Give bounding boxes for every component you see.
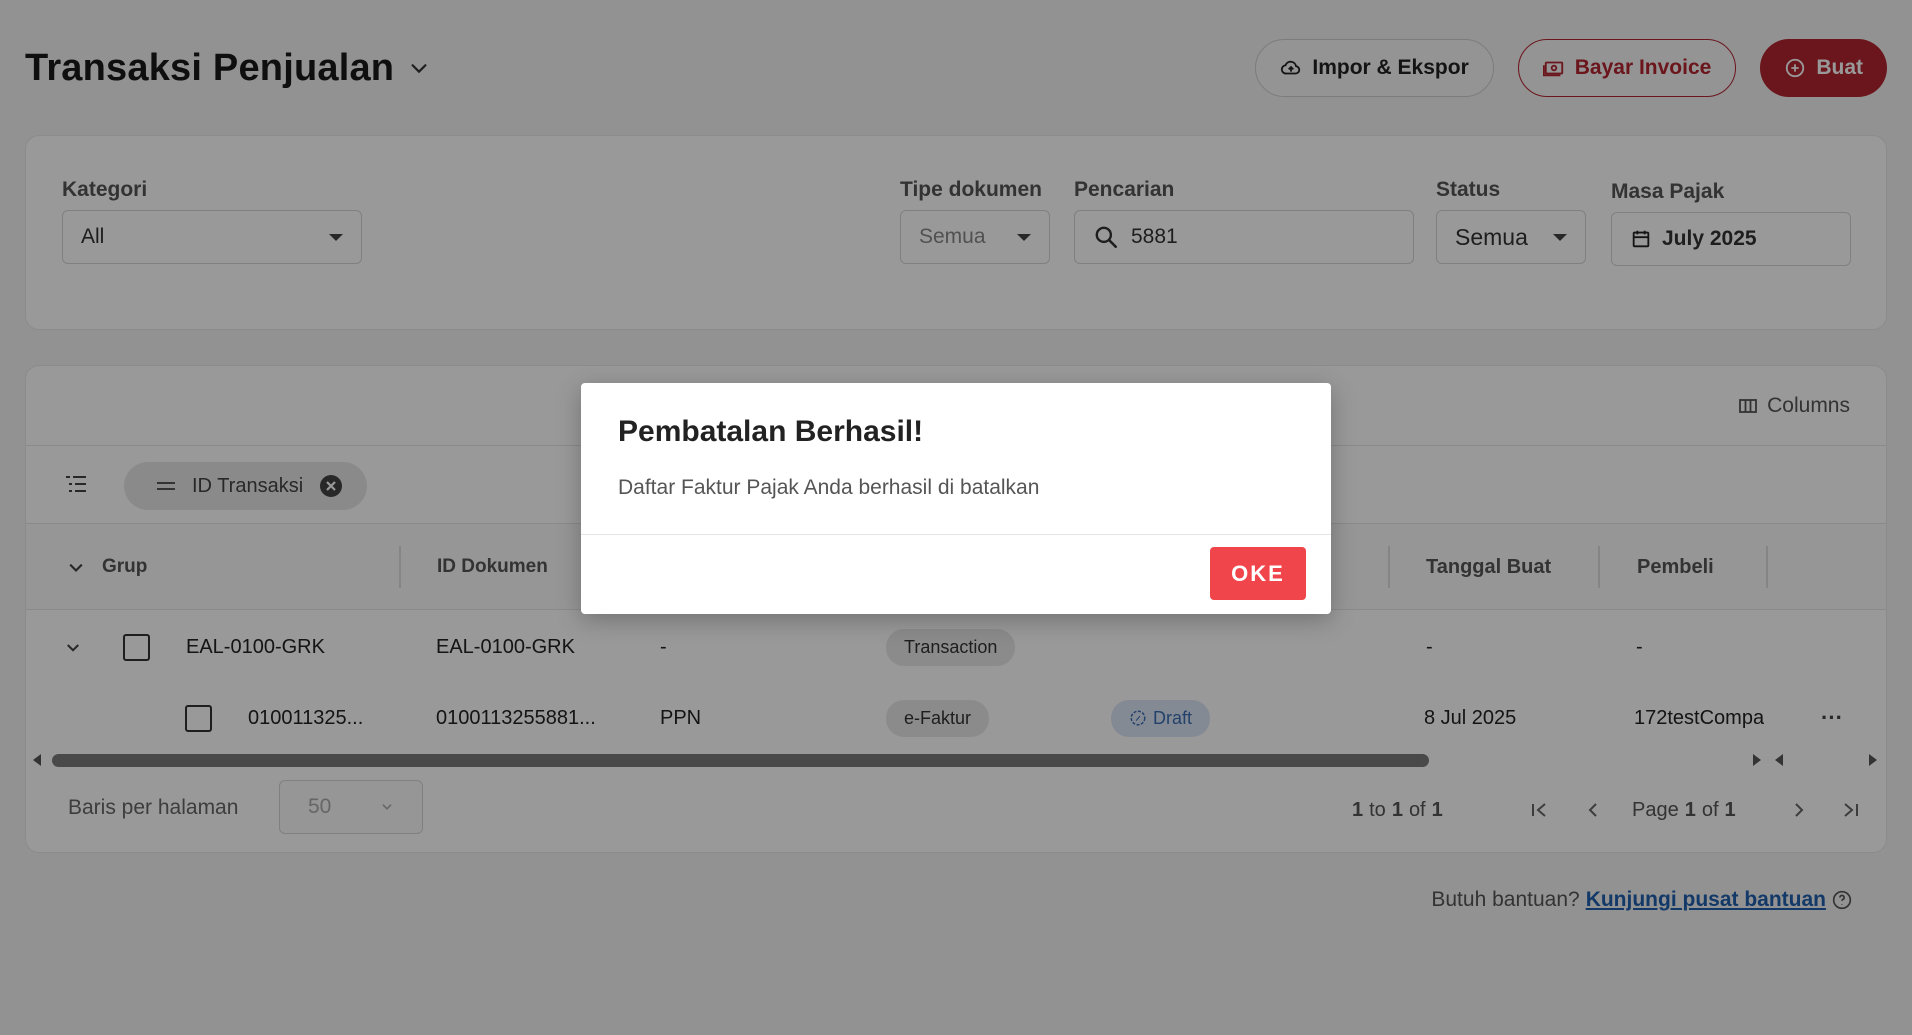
ok-button[interactable]: OKE [1210, 547, 1306, 600]
dialog-divider [581, 534, 1331, 535]
page: Transaksi Penjualan Impor & Ekspor Bayar… [0, 0, 1912, 1035]
success-dialog: Pembatalan Berhasil! Daftar Faktur Pajak… [581, 383, 1331, 614]
dialog-title: Pembatalan Berhasil! [618, 415, 924, 448]
dialog-message: Daftar Faktur Pajak Anda berhasil di bat… [618, 476, 1040, 499]
